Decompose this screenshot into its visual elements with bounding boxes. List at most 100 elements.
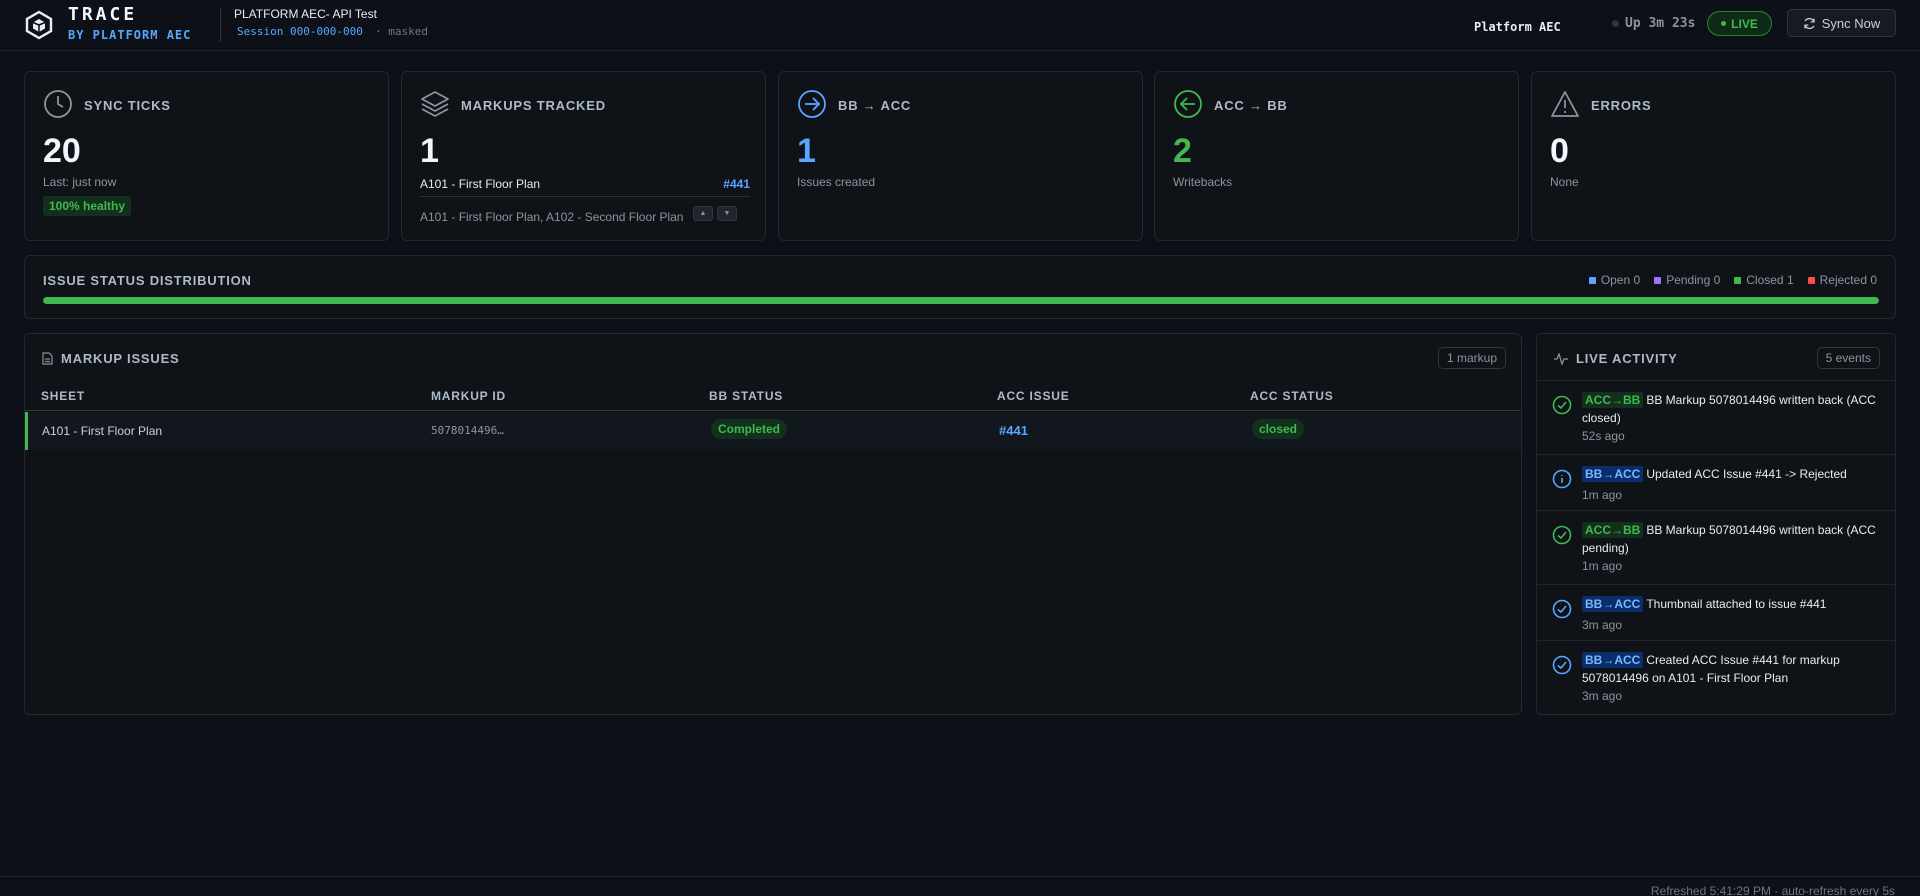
- acc-issue-link[interactable]: #441: [999, 423, 1028, 438]
- legend-open: Open 0: [1588, 273, 1640, 287]
- live-activity-title: LIVE ACTIVITY: [1576, 351, 1678, 366]
- markups-tracked-label: MARKUPS TRACKED: [461, 98, 606, 113]
- markup-issues-header: MARKUP ISSUES: [42, 351, 180, 366]
- markup-count-badge: 1 markup: [1437, 347, 1506, 369]
- markup-issues-title: MARKUP ISSUES: [61, 351, 180, 366]
- markup-item-sheet: A101 - First Floor Plan: [420, 177, 541, 191]
- event-time: 3m ago: [1582, 689, 1623, 703]
- column-acc-issue[interactable]: ACC ISSUE: [997, 389, 1070, 403]
- column-markup-id[interactable]: MARKUP ID: [431, 389, 506, 403]
- sync-ticks-label: SYNC TICKS: [84, 98, 171, 113]
- session-mask-label: · masked: [375, 25, 428, 38]
- header-divider: [220, 8, 221, 42]
- list-item[interactable]: ACC→BB BB Markup 5078014496 written back …: [1537, 380, 1895, 454]
- bb-to-acc-card: BB → ACC 1 Issues created: [778, 71, 1143, 241]
- refresh-icon: [1804, 17, 1815, 29]
- live-status-badge: LIVE: [1707, 11, 1772, 36]
- project-name: PLATFORM AEC- API Test: [234, 7, 377, 18]
- table-header: SHEET MARKUP ID BB STATUS ACC ISSUE ACC …: [25, 380, 1521, 411]
- uptime-text: Up 3m 23s: [1625, 16, 1696, 31]
- markup-issue-link[interactable]: #441: [723, 177, 750, 191]
- cell-bb-status: Completed: [711, 419, 788, 439]
- check-circle-icon: [1552, 395, 1572, 415]
- scroll-up-button[interactable]: ▲: [693, 206, 713, 221]
- event-text: ACC→BB BB Markup 5078014496 written back …: [1582, 391, 1882, 427]
- event-time: 1m ago: [1582, 488, 1623, 502]
- refreshed-status: Refreshed 5:41:29 PM · auto-refresh ever…: [1650, 884, 1895, 896]
- event-time: 1m ago: [1582, 559, 1623, 573]
- warning-icon: [1551, 91, 1579, 117]
- legend-closed: Closed 1: [1734, 273, 1794, 287]
- cell-acc-issue[interactable]: #441: [999, 423, 1028, 438]
- errors-label: ERRORS: [1591, 98, 1652, 113]
- list-item[interactable]: BB→ACC Updated ACC Issue #441 -> Rejected…: [1537, 454, 1895, 510]
- distribution-bar: [43, 297, 1879, 304]
- cell-sheet: A101 - First Floor Plan: [42, 424, 163, 438]
- document-icon: [42, 352, 53, 365]
- list-item[interactable]: BB→ACC Thumbnail attached to issue #441 3…: [1537, 584, 1895, 640]
- event-tag: ACC→BB: [1582, 392, 1644, 408]
- markup-item[interactable]: A101 - First Floor Plan #441: [420, 177, 750, 197]
- acc-to-bb-card: ACC → BB 2 Writebacks: [1154, 71, 1519, 241]
- errors-card: ERRORS 0 None: [1531, 71, 1896, 241]
- activity-pulse-icon: [1554, 352, 1568, 365]
- bb-status-badge: Completed: [711, 419, 788, 439]
- uptime-dot-icon: [1612, 20, 1619, 27]
- markup-sheet-list: A101 - First Floor Plan, A102 - Second F…: [420, 210, 684, 224]
- markup-issues-panel: MARKUP ISSUES 1 markup SHEET MARKUP ID B…: [24, 333, 1522, 715]
- uptime-indicator: Up 3m 23s: [1612, 16, 1695, 31]
- column-bb-status[interactable]: BB STATUS: [709, 389, 783, 403]
- table-row[interactable]: A101 - First Floor Plan 5078014496… Comp…: [25, 412, 1521, 450]
- legend-rejected: Rejected 0: [1807, 273, 1877, 287]
- org-name: Platform AEC: [1474, 20, 1561, 34]
- clock-icon: [44, 90, 72, 118]
- markups-tracked-value: 1: [420, 132, 439, 170]
- legend-pending: Pending 0: [1654, 273, 1720, 287]
- event-text: BB→ACC Thumbnail attached to issue #441: [1582, 595, 1882, 613]
- info-circle-icon: [1552, 469, 1572, 489]
- acc-to-bb-sub: Writebacks: [1173, 175, 1233, 189]
- event-message: Thumbnail attached to issue #441: [1646, 597, 1827, 611]
- live-label: LIVE: [1731, 16, 1758, 31]
- top-bar: TRACE BY PLATFORM AEC PLATFORM AEC- API …: [0, 0, 1920, 51]
- event-count-badge: 5 events: [1816, 347, 1880, 369]
- session-id: Session 000-000-000: [237, 25, 363, 38]
- event-tag: BB→ACC: [1582, 466, 1644, 482]
- event-text: ACC→BB BB Markup 5078014496 written back …: [1582, 521, 1882, 557]
- health-badge: 100% healthy: [43, 196, 132, 216]
- check-circle-icon: [1552, 525, 1572, 545]
- errors-value: 0: [1550, 132, 1569, 170]
- errors-sub: None: [1550, 175, 1579, 189]
- acc-status-badge: closed: [1252, 419, 1305, 439]
- live-activity-header: LIVE ACTIVITY: [1554, 351, 1678, 366]
- sync-last-time: Last: just now: [43, 175, 117, 189]
- sync-now-button[interactable]: Sync Now: [1787, 9, 1896, 37]
- column-acc-status[interactable]: ACC STATUS: [1250, 389, 1334, 403]
- scroll-down-button[interactable]: ▼: [717, 206, 737, 221]
- event-time: 3m ago: [1582, 618, 1623, 632]
- check-circle-icon: [1552, 655, 1572, 675]
- event-list: ACC→BB BB Markup 5078014496 written back …: [1537, 380, 1895, 714]
- distribution-title: ISSUE STATUS DISTRIBUTION: [43, 273, 252, 288]
- bb-to-acc-value: 1: [797, 132, 816, 170]
- sync-now-label: Sync Now: [1821, 15, 1881, 31]
- markups-tracked-card: MARKUPS TRACKED 1 A101 - First Floor Pla…: [401, 71, 766, 241]
- distribution-legend: Open 0 Pending 0 Closed 1 Rejected 0: [1588, 273, 1877, 287]
- cell-markup-id: 5078014496…: [431, 424, 504, 437]
- issue-status-distribution: ISSUE STATUS DISTRIBUTION Open 0 Pending…: [24, 255, 1896, 319]
- event-message: Updated ACC Issue #441 -> Rejected: [1646, 467, 1847, 481]
- acc-to-bb-value: 2: [1173, 132, 1192, 170]
- list-item[interactable]: BB→ACC Created ACC Issue #441 for markup …: [1537, 640, 1895, 714]
- sync-ticks-card: SYNC TICKS 20 Last: just now 100% health…: [24, 71, 389, 241]
- arrow-left-circle-icon: [1174, 90, 1202, 118]
- brand-title: TRACE: [68, 4, 138, 25]
- event-text: BB→ACC Updated ACC Issue #441 -> Rejected: [1582, 465, 1882, 483]
- brand-subtitle: BY PLATFORM AEC: [68, 28, 192, 42]
- list-item[interactable]: ACC→BB BB Markup 5078014496 written back …: [1537, 510, 1895, 584]
- live-activity-panel: LIVE ACTIVITY 5 events ACC→BB BB Markup 5…: [1536, 333, 1896, 715]
- column-sheet[interactable]: SHEET: [41, 389, 85, 403]
- bb-to-acc-label: BB → ACC: [838, 98, 912, 113]
- layers-icon: [421, 91, 449, 117]
- event-time: 52s ago: [1582, 429, 1625, 443]
- cell-acc-status: closed: [1252, 419, 1305, 439]
